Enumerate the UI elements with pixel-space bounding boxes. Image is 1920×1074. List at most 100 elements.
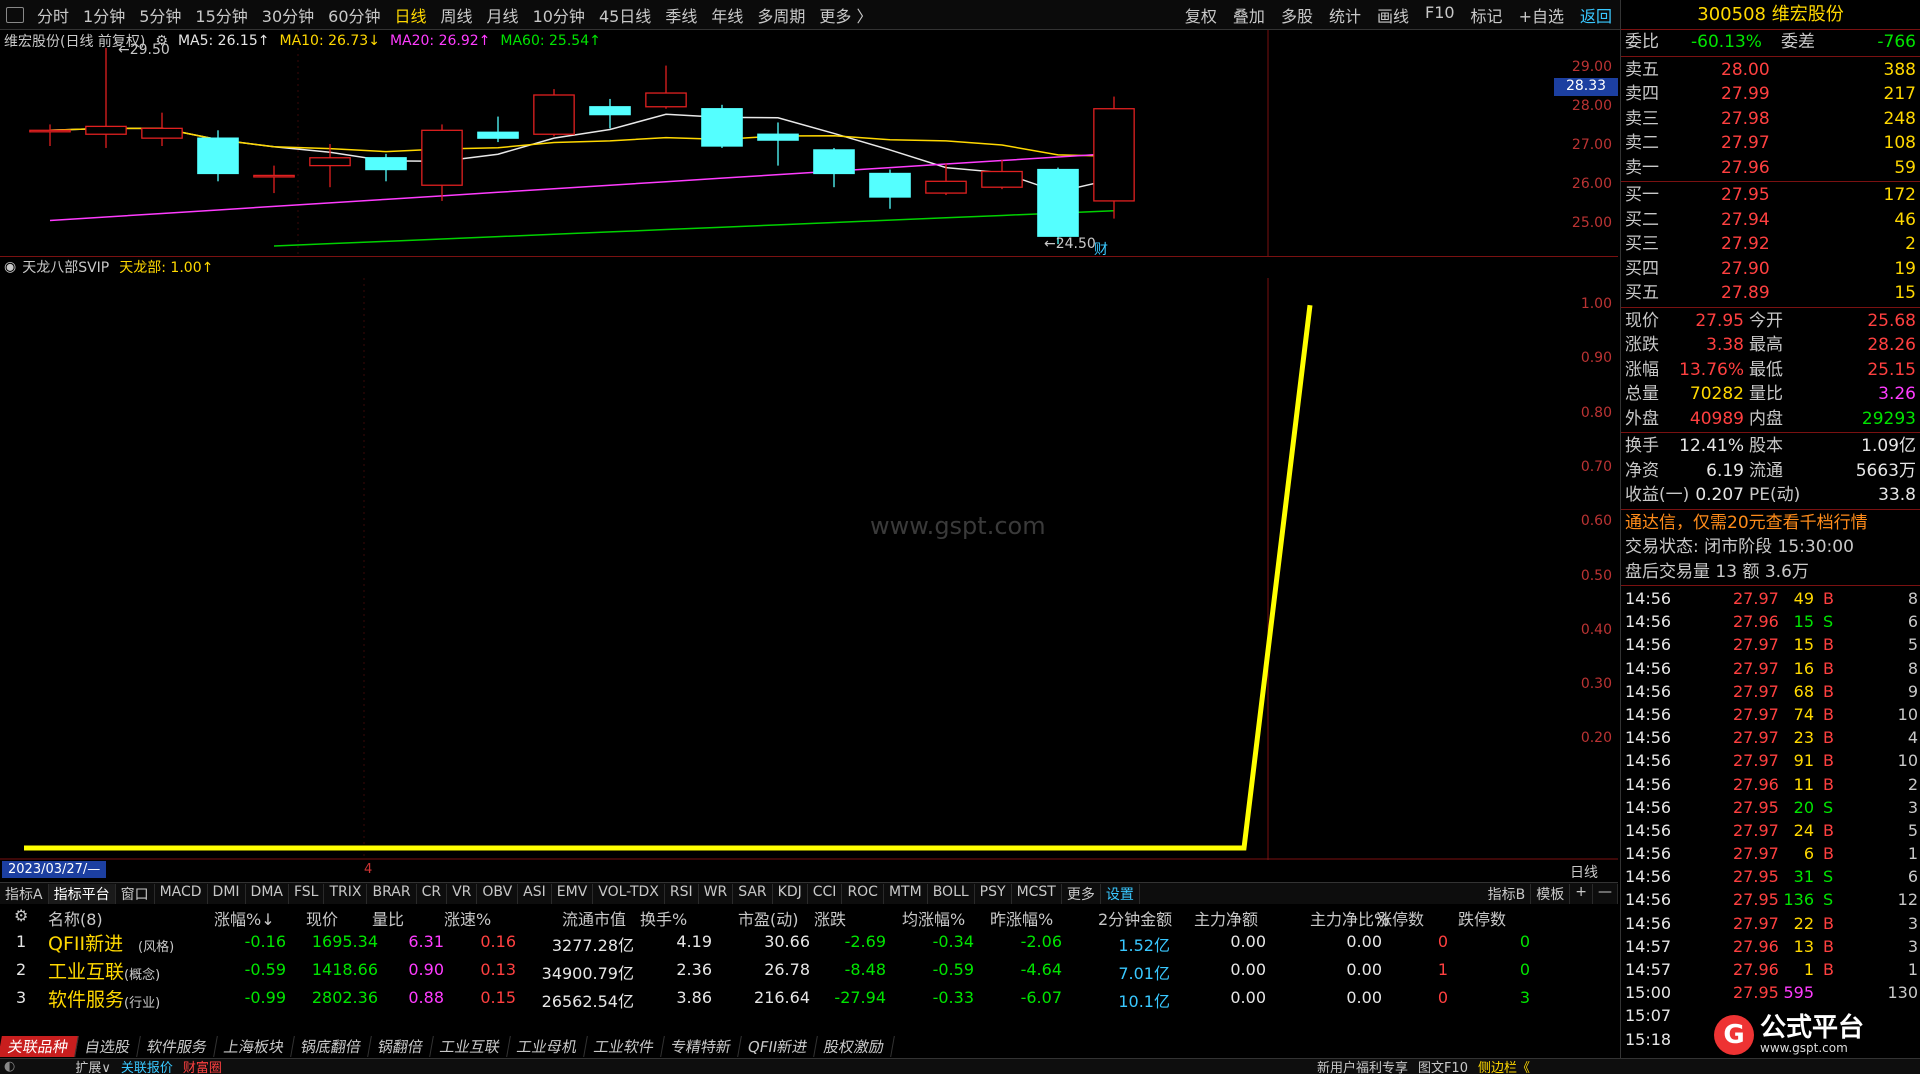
- settings-icon[interactable]: ⚙: [14, 906, 28, 925]
- indicator-tab[interactable]: BRAR: [367, 883, 417, 904]
- indicator-tab[interactable]: ASI: [518, 883, 552, 904]
- bottom-tab[interactable]: 专精特新: [661, 1035, 743, 1057]
- status-item[interactable]: 新用户福利专享: [1317, 1057, 1408, 1074]
- timeframe-tab[interactable]: 分时: [30, 3, 76, 27]
- tool-button[interactable]: 标记: [1463, 3, 1511, 27]
- tool-button[interactable]: +自选: [1511, 3, 1572, 27]
- asks-row[interactable]: 卖五 28.00 388: [1621, 58, 1920, 83]
- panel-toggle-icon[interactable]: [6, 6, 24, 23]
- indicator-tab[interactable]: VR: [447, 883, 478, 904]
- indicator-tab-right[interactable]: +: [1570, 883, 1593, 904]
- bottom-tab[interactable]: 锅底翻倍: [291, 1035, 372, 1057]
- column-header[interactable]: 市盈(动): [738, 906, 799, 930]
- bids-row[interactable]: 买四 27.90 19: [1621, 257, 1920, 282]
- column-header[interactable]: 涨速%: [444, 906, 491, 930]
- row-name[interactable]: QFII新进: [48, 929, 123, 956]
- column-header[interactable]: 涨停数: [1376, 906, 1424, 930]
- bottom-tab[interactable]: 锅翻倍: [368, 1035, 434, 1057]
- tool-button[interactable]: 返回: [1572, 3, 1620, 27]
- bottom-tab[interactable]: QFII新进: [738, 1035, 819, 1057]
- column-header[interactable]: 均涨幅%: [902, 906, 965, 930]
- indicator-tab[interactable]: 更多: [1062, 883, 1101, 904]
- column-header[interactable]: 量比: [372, 906, 404, 930]
- status-item[interactable]: 扩展∨: [75, 1057, 111, 1074]
- tool-button[interactable]: 多股: [1273, 3, 1321, 27]
- row-name[interactable]: 软件服务: [48, 985, 124, 1012]
- bids-row[interactable]: 买三 27.92 2: [1621, 232, 1920, 257]
- indicator-tab-right[interactable]: 指标B: [1483, 883, 1532, 904]
- timeframe-tab[interactable]: 45日线: [592, 3, 658, 27]
- indicator-tab[interactable]: KDJ: [773, 883, 808, 904]
- indicator-tab[interactable]: SAR: [733, 883, 773, 904]
- indicator-tab[interactable]: WR: [699, 883, 734, 904]
- status-item[interactable]: 侧边栏《: [1478, 1057, 1530, 1074]
- column-header[interactable]: 现价: [306, 906, 338, 930]
- column-header[interactable]: 换手%: [640, 906, 687, 930]
- asks-row[interactable]: 卖一 27.96 59: [1621, 156, 1920, 181]
- column-header[interactable]: 昨涨幅%: [990, 906, 1053, 930]
- status-item[interactable]: 关联报价: [121, 1057, 173, 1074]
- promo-text[interactable]: 通达信，仅需20元查看千档行情: [1621, 511, 1920, 536]
- stock-title[interactable]: 300508 维宏股份: [1621, 0, 1920, 30]
- bottom-tab[interactable]: 股权激励: [814, 1035, 896, 1057]
- timeframe-tab[interactable]: 1分钟: [76, 3, 132, 27]
- indicator-tab[interactable]: MTM: [884, 883, 928, 904]
- tool-button[interactable]: 统计: [1321, 3, 1369, 27]
- tool-button[interactable]: 复权: [1177, 3, 1225, 27]
- column-header[interactable]: 流通市值: [562, 906, 626, 930]
- indicator-tab[interactable]: 设置: [1101, 883, 1140, 904]
- indicator-tab[interactable]: 窗口: [116, 883, 155, 904]
- bottom-tab[interactable]: 工业软件: [584, 1035, 665, 1057]
- timeframe-tab[interactable]: 年线: [704, 3, 750, 27]
- timeframe-tab[interactable]: 5分钟: [132, 3, 188, 27]
- indicator-tab[interactable]: TRIX: [324, 883, 368, 904]
- indicator-tab[interactable]: EMV: [552, 883, 594, 904]
- bids-row[interactable]: 买二 27.94 46: [1621, 208, 1920, 233]
- indicator-tab[interactable]: RSI: [665, 883, 699, 904]
- column-header[interactable]: 名称(8): [48, 906, 103, 930]
- bottom-tab[interactable]: 工业母机: [507, 1035, 588, 1057]
- status-item[interactable]: 图文F10: [1418, 1057, 1468, 1074]
- indicator-tab[interactable]: VOL-TDX: [593, 883, 665, 904]
- column-header[interactable]: 2分钟金额: [1098, 906, 1172, 930]
- indicator-tab[interactable]: ROC: [842, 883, 884, 904]
- bottom-tab[interactable]: 工业互联: [430, 1035, 511, 1057]
- asks-row[interactable]: 卖四 27.99 217: [1621, 82, 1920, 107]
- bids-row[interactable]: 买五 27.89 15: [1621, 281, 1920, 306]
- indicator-tab[interactable]: MACD: [155, 883, 208, 904]
- tool-button[interactable]: 画线: [1369, 3, 1417, 27]
- timeframe-tab[interactable]: 30分钟: [255, 3, 321, 27]
- indicator-tab-right[interactable]: 模板: [1531, 883, 1571, 904]
- indicator-tab[interactable]: PSY: [975, 883, 1012, 904]
- timeframe-tab[interactable]: 日线: [388, 3, 434, 27]
- timeframe-tab[interactable]: 月线: [480, 3, 526, 27]
- indicator-tab[interactable]: MCST: [1012, 883, 1062, 904]
- indicator-tab[interactable]: FSL: [289, 883, 325, 904]
- indicator-tab[interactable]: 指标A: [0, 883, 49, 904]
- indicator-chart[interactable]: [0, 278, 1618, 860]
- table-row[interactable]: 3 软件服务 (行业) -0.99 2802.36 0.88 0.15 26562.54亿 3.…: [0, 984, 1618, 1012]
- indicator-tab[interactable]: DMA: [246, 883, 289, 904]
- status-item[interactable]: 财富圈: [183, 1057, 222, 1074]
- toggle-switch-icon[interactable]: ◐: [4, 1059, 15, 1074]
- timeframe-tab[interactable]: 10分钟: [526, 3, 592, 27]
- timeframe-tab[interactable]: 15分钟: [188, 3, 254, 27]
- column-header[interactable]: 涨幅%↓: [214, 906, 275, 930]
- indicator-tab-right[interactable]: —: [1593, 883, 1618, 904]
- bids-row[interactable]: 买一 27.95 172: [1621, 183, 1920, 208]
- timeframe-tab[interactable]: 周线: [434, 3, 480, 27]
- tick-list[interactable]: 14:56 27.97 49 B 8 14:56 27.96 15 S 6 14:56 27.97 15…: [1621, 587, 1920, 1051]
- indicator-tab[interactable]: CCI: [808, 883, 843, 904]
- column-header[interactable]: 涨跌: [814, 906, 846, 930]
- bottom-tab[interactable]: 关联品种: [0, 1035, 79, 1057]
- indicator-tab[interactable]: OBV: [477, 883, 519, 904]
- indicator-toggle-icon[interactable]: ◉: [4, 259, 16, 275]
- table-row[interactable]: 2 工业互联 (概念) -0.59 1418.66 0.90 0.13 34900.79亿 2.…: [0, 956, 1618, 984]
- row-name[interactable]: 工业互联: [48, 957, 124, 984]
- indicator-tab[interactable]: 指标平台: [48, 883, 116, 904]
- table-row[interactable]: 1 QFII新进 (风格) -0.16 1695.34 6.31 0.16 3277.28亿 4…: [0, 928, 1618, 956]
- column-header[interactable]: 主力净额: [1194, 906, 1258, 930]
- indicator-tab[interactable]: DMI: [208, 883, 246, 904]
- bottom-tab[interactable]: 上海板块: [214, 1035, 295, 1057]
- tool-button[interactable]: F10: [1417, 3, 1463, 27]
